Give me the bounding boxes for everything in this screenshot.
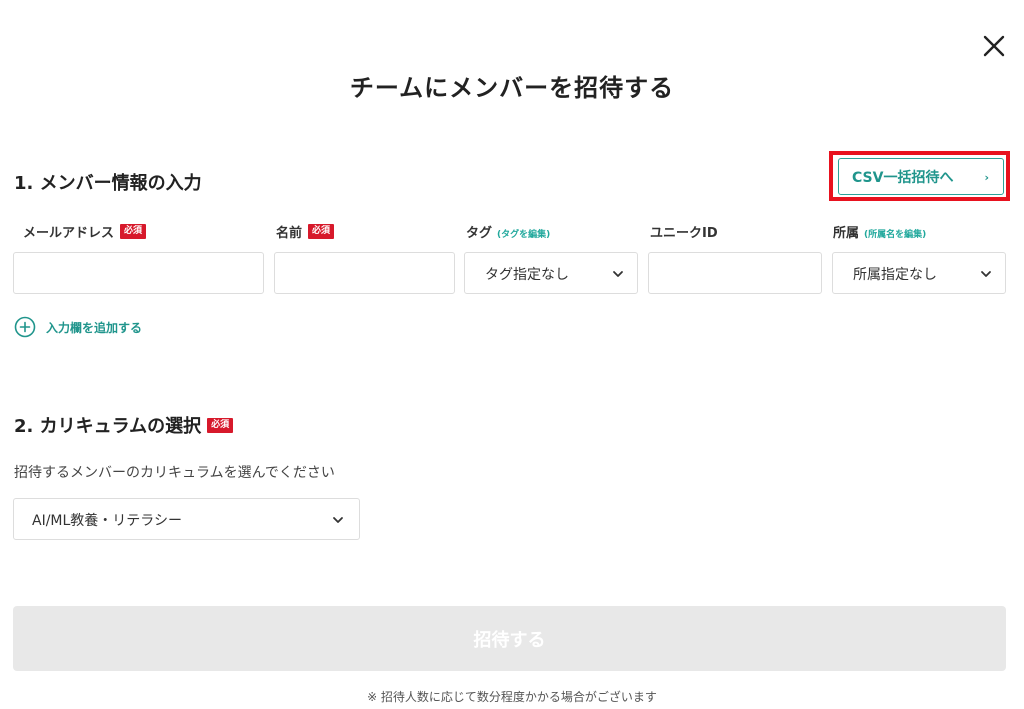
curriculum-select[interactable]: AI/ML教養・リテラシー bbox=[13, 498, 360, 540]
curriculum-instruction: 招待するメンバーのカリキュラムを選んでください bbox=[14, 465, 335, 481]
column-label-email: メールアドレス 必須 bbox=[23, 222, 147, 241]
invite-submit-button[interactable]: 招待する bbox=[13, 606, 1006, 671]
affiliation-select-value: 所属指定なし bbox=[853, 267, 937, 283]
chevron-right-icon: › bbox=[984, 171, 989, 184]
chevron-down-icon bbox=[613, 271, 623, 277]
chevron-down-icon bbox=[981, 271, 991, 277]
modal-title: チームにメンバーを招待する bbox=[349, 74, 675, 102]
close-icon bbox=[983, 35, 1005, 57]
plus-circle-icon bbox=[14, 316, 36, 338]
unique-id-label: ユニークID bbox=[650, 226, 718, 241]
add-input-row-label: 入力欄を追加する bbox=[46, 320, 143, 335]
name-input[interactable] bbox=[274, 252, 455, 294]
tag-label: タグ bbox=[466, 226, 493, 241]
unique-id-input[interactable] bbox=[648, 252, 822, 294]
email-label: メールアドレス bbox=[23, 226, 115, 241]
affiliation-label: 所属 bbox=[833, 226, 860, 241]
section-heading-member-info: 1. メンバー情報の入力 bbox=[14, 173, 202, 194]
required-badge: 必須 bbox=[308, 224, 335, 239]
chevron-down-icon bbox=[333, 517, 343, 523]
add-input-row-button[interactable]: 入力欄を追加する bbox=[14, 316, 142, 338]
tag-select[interactable]: タグ指定なし bbox=[464, 252, 638, 294]
csv-button-label: CSV一括招待へ bbox=[852, 169, 954, 186]
email-input[interactable] bbox=[13, 252, 264, 294]
csv-bulk-invite-button[interactable]: CSV一括招待へ › bbox=[838, 158, 1004, 195]
required-badge: 必須 bbox=[207, 417, 234, 433]
curriculum-heading-text: 2. カリキュラムの選択 bbox=[14, 416, 202, 437]
column-label-unique-id: ユニークID bbox=[650, 222, 718, 241]
column-label-name: 名前 必須 bbox=[276, 222, 335, 241]
affiliation-select[interactable]: 所属指定なし bbox=[832, 252, 1006, 294]
name-label: 名前 bbox=[276, 226, 303, 241]
column-label-tag: タグ (タグを編集) bbox=[466, 222, 550, 241]
tag-select-value: タグ指定なし bbox=[485, 267, 569, 283]
section-heading-curriculum: 2. カリキュラムの選択 必須 bbox=[14, 412, 234, 438]
edit-tags-link[interactable]: (タグを編集) bbox=[497, 230, 550, 240]
footnote: ※ 招待人数に応じて数分程度かかる場合がございます bbox=[367, 690, 657, 704]
column-label-affiliation: 所属 (所属名を編集) bbox=[833, 222, 926, 241]
required-badge: 必須 bbox=[120, 224, 147, 239]
curriculum-select-value: AI/ML教養・リテラシー bbox=[32, 513, 183, 529]
edit-affiliation-link[interactable]: (所属名を編集) bbox=[864, 230, 926, 240]
close-button[interactable] bbox=[980, 32, 1008, 60]
